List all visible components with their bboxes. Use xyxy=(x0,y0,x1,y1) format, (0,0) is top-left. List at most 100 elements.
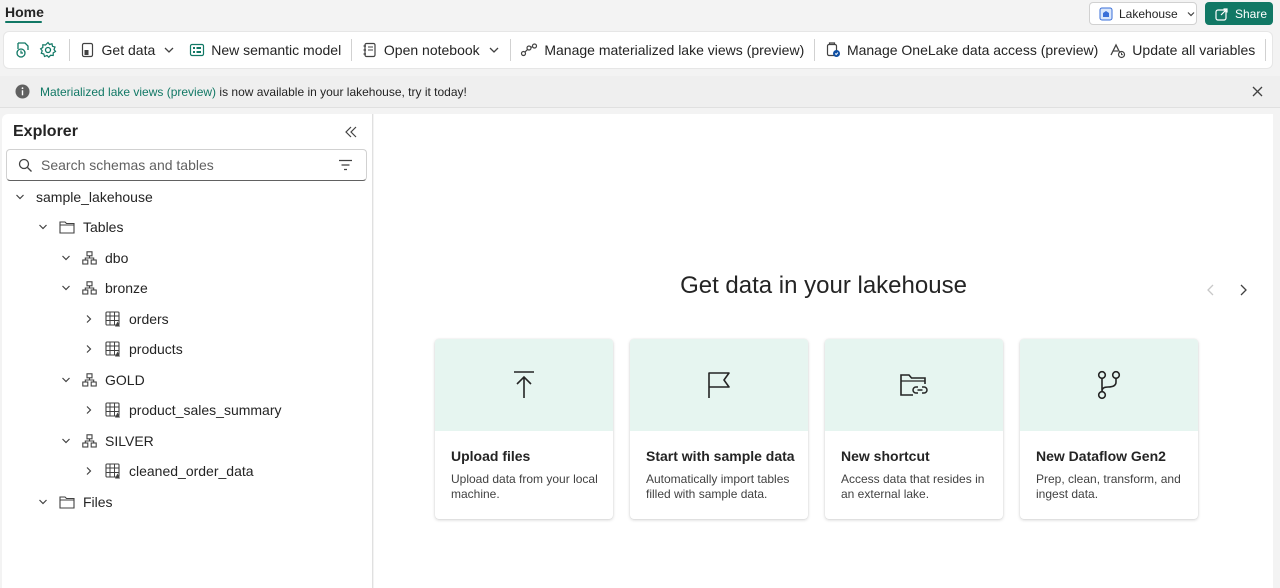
tree-item-tables-folder[interactable]: Tables xyxy=(35,212,123,242)
card-header xyxy=(435,339,613,431)
materialized-lake-views-link[interactable]: Materialized lake views (preview) xyxy=(40,85,216,99)
chevron-down-icon xyxy=(163,44,175,56)
upload-files-card[interactable]: Upload files Upload data from your local… xyxy=(435,339,613,519)
tree-item-label: dbo xyxy=(105,250,129,266)
tab-home-indicator xyxy=(5,21,42,23)
ribbon-divider xyxy=(509,39,511,61)
database-icon xyxy=(80,42,96,58)
card-title: New shortcut xyxy=(841,448,930,464)
search-icon xyxy=(18,158,33,173)
info-icon xyxy=(15,84,30,99)
open-notebook-button[interactable]: Open notebook xyxy=(358,36,504,64)
tree-item-schema[interactable]: dbo xyxy=(58,243,128,273)
ribbon-divider xyxy=(68,39,70,61)
settings-button[interactable] xyxy=(38,37,57,63)
ribbon-divider xyxy=(814,39,815,61)
card-description: Upload data from your local machine. xyxy=(451,472,598,501)
tree-item-label: SILVER xyxy=(105,433,154,449)
card-title: Start with sample data xyxy=(646,448,795,464)
chevron-right-icon[interactable] xyxy=(81,314,97,324)
table-icon xyxy=(105,402,121,418)
refresh-icon xyxy=(14,41,32,59)
chevron-down-icon[interactable] xyxy=(35,222,51,232)
card-header xyxy=(630,339,808,431)
chevron-right-icon[interactable] xyxy=(81,344,97,354)
tree-item-table[interactable]: cleaned_order_data xyxy=(81,456,254,486)
card-description: Automatically import tables filled with … xyxy=(646,472,790,501)
new-dataflow-card[interactable]: New Dataflow Gen2 Prep, clean, transform… xyxy=(1020,339,1198,519)
tree-item-files-folder[interactable]: Files xyxy=(35,487,113,517)
top-bar: Home Lakehouse Share xyxy=(0,0,1280,28)
ribbon-divider xyxy=(351,39,352,61)
table-icon xyxy=(105,341,121,357)
schema-icon xyxy=(82,251,97,265)
update-all-variables-button[interactable]: Update all variables xyxy=(1104,36,1259,64)
manage-onelake-label: Manage OneLake data access (preview) xyxy=(846,42,1099,58)
folder-link-icon xyxy=(899,372,929,398)
chevron-down-icon[interactable] xyxy=(35,497,51,507)
chevron-down-icon[interactable] xyxy=(58,436,74,446)
card-description: Prep, clean, transform, and ingest data. xyxy=(1036,472,1181,501)
tree-item-table[interactable]: products xyxy=(81,334,183,364)
chevron-left-icon[interactable] xyxy=(1205,283,1217,297)
sample-data-card[interactable]: Start with sample data Automatically imp… xyxy=(630,339,808,519)
share-button[interactable]: Share xyxy=(1205,2,1273,25)
search-input[interactable] xyxy=(41,157,331,173)
chevron-down-icon[interactable] xyxy=(12,192,28,202)
collapse-panel-icon[interactable] xyxy=(344,125,358,139)
new-semantic-model-label: New semantic model xyxy=(211,42,342,58)
page-title: Get data in your lakehouse xyxy=(680,272,967,299)
tree-item-table[interactable]: product_sales_summary xyxy=(81,395,282,425)
card-header xyxy=(1020,339,1198,431)
tree-item-schema[interactable]: bronze xyxy=(58,273,148,303)
tree-item-schema[interactable]: SILVER xyxy=(58,426,154,456)
chevron-right-icon[interactable] xyxy=(1237,283,1249,297)
security-lock-icon xyxy=(825,42,841,58)
lakehouse-icon xyxy=(1099,7,1113,21)
card-description: Access data that resides in an external … xyxy=(841,472,985,501)
table-icon xyxy=(105,463,121,479)
update-variables-label: Update all variables xyxy=(1132,42,1256,58)
gear-icon xyxy=(39,41,57,59)
lakehouse-switcher-button[interactable]: Lakehouse xyxy=(1089,2,1197,25)
tree-item-label: Tables xyxy=(83,219,124,235)
chevron-right-icon[interactable] xyxy=(81,466,97,476)
get-data-label: Get data xyxy=(101,42,156,58)
tree-item-table[interactable]: orders xyxy=(81,304,169,334)
tree-item-lakehouse[interactable]: sample_lakehouse xyxy=(12,182,153,212)
filter-icon[interactable] xyxy=(338,159,353,171)
ribbon-divider xyxy=(1265,39,1266,61)
share-label: Share xyxy=(1235,6,1268,21)
banner-text: is now available in your lakehouse, try … xyxy=(216,84,467,99)
main-content: Get data in your lakehouse Upload files … xyxy=(374,114,1273,588)
info-banner: Materialized lake views (preview) is now… xyxy=(0,76,1280,108)
explorer-title: Explorer xyxy=(13,123,78,140)
tree-item-label: orders xyxy=(129,311,169,327)
get-data-button[interactable]: Get data xyxy=(76,36,180,64)
card-title: Upload files xyxy=(451,448,531,464)
tab-home[interactable]: Home xyxy=(5,4,44,20)
lakehouse-label: Lakehouse xyxy=(1119,6,1178,21)
branch-icon xyxy=(1096,370,1122,400)
chevron-down-icon[interactable] xyxy=(58,283,74,293)
upload-icon xyxy=(512,370,536,400)
manage-materialized-lake-views-button[interactable]: Manage materialized lake views (preview) xyxy=(516,36,808,64)
tree-item-schema[interactable]: GOLD xyxy=(58,365,145,395)
folder-icon xyxy=(59,220,75,234)
manage-onelake-access-button[interactable]: Manage OneLake data access (preview) xyxy=(821,36,1102,64)
card-header xyxy=(825,339,1003,431)
new-shortcut-card[interactable]: New shortcut Access data that resides in… xyxy=(825,339,1003,519)
explorer-panel: Explorer sample_lakehouse Tables dbo xyxy=(2,114,373,588)
chevron-right-icon[interactable] xyxy=(81,405,97,415)
schema-icon xyxy=(82,281,97,295)
tree-item-label: Files xyxy=(83,494,113,510)
new-semantic-model-button[interactable]: New semantic model xyxy=(185,36,345,64)
chevron-down-icon xyxy=(1186,9,1196,19)
chevron-down-icon[interactable] xyxy=(58,375,74,385)
close-icon[interactable] xyxy=(1251,85,1264,98)
refresh-button[interactable] xyxy=(14,37,32,63)
lineage-icon xyxy=(520,42,538,58)
flag-icon xyxy=(706,371,732,399)
tree-item-label: bronze xyxy=(105,280,148,296)
chevron-down-icon[interactable] xyxy=(58,253,74,263)
